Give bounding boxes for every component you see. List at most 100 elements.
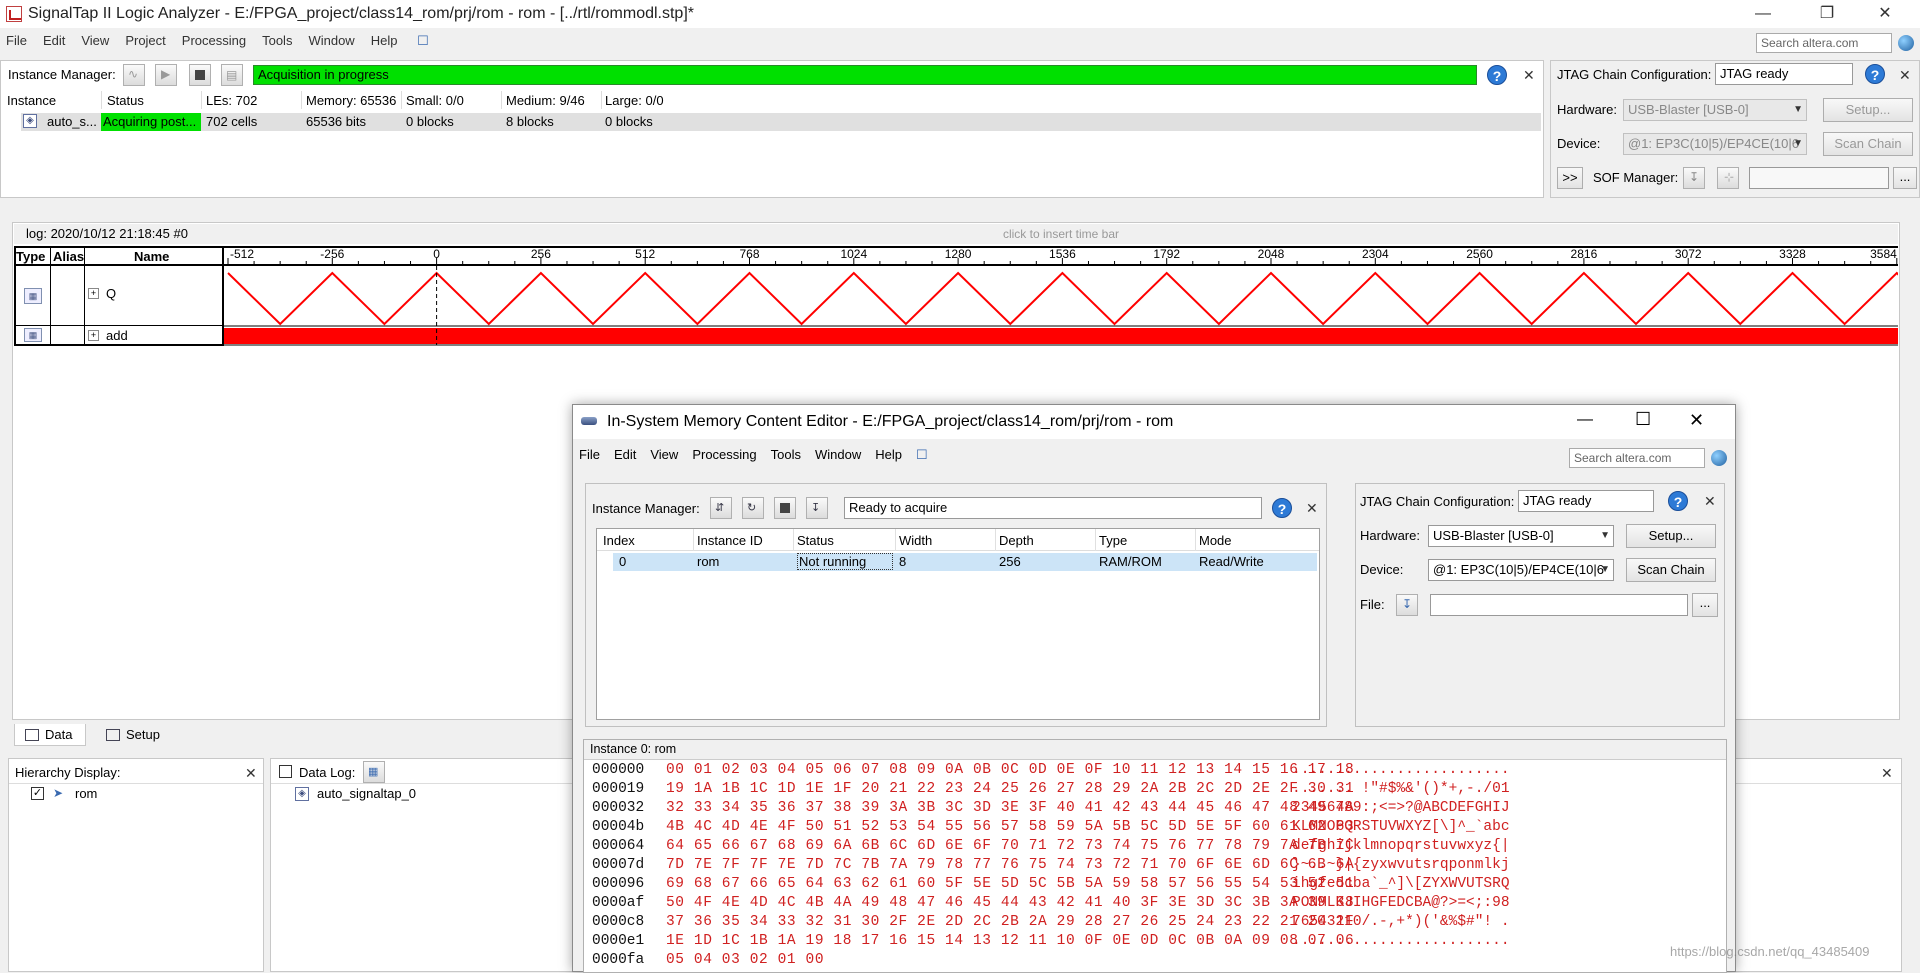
mce-globe-icon[interactable] [1711,450,1727,466]
expand-q-icon[interactable]: + [88,288,99,299]
minimize-button[interactable]: — [1740,0,1786,28]
hardware-select[interactable]: USB-Blaster [USB-0] ▼ [1623,99,1807,121]
restore-button[interactable]: ❐ [1804,0,1850,28]
mce-menu-file[interactable]: File [579,447,600,462]
menu-processing[interactable]: Processing [182,33,246,48]
globe-icon[interactable] [1898,35,1914,51]
close-instance-manager-icon[interactable]: ✕ [1523,67,1535,84]
mce-menu-view[interactable]: View [650,447,678,462]
expand-button[interactable]: >> [1557,167,1583,189]
hex-row[interactable]: 00007d 7D 7E 7F 7F 7E 7D 7C 7B 7A 79 78 7… [584,857,1726,876]
sof-file-field[interactable] [1749,167,1889,189]
close-hierarchy-icon[interactable]: ✕ [245,765,257,782]
run-analysis-button[interactable]: ▶ [155,64,177,86]
mce-continuous-read-icon[interactable]: ↻ [742,497,764,519]
mce-help-icon[interactable]: ? [1272,498,1292,518]
hex-row[interactable]: 000019 19 1A 1B 1C 1D 1E 1F 20 21 22 23 2… [584,781,1726,800]
hex-ascii[interactable]: defghijklmnopqrstuvwxyz{| [1292,838,1510,854]
hierarchy-item-rom[interactable]: rom [75,786,97,801]
menu-view[interactable]: View [81,33,109,48]
insert-time-bar-hint[interactable]: click to insert time bar [224,224,1898,244]
hex-ascii[interactable]: ......................... [1292,933,1510,949]
mce-maximize-button[interactable]: ☐ [1635,409,1651,430]
mce-scan-chain-button[interactable]: Scan Chain [1626,558,1716,582]
mce-jtag-help-icon[interactable]: ? [1668,491,1688,511]
help-chat-icon[interactable]: ☐ [417,33,429,48]
mce-menu-edit[interactable]: Edit [614,447,636,462]
mce-search-input[interactable]: Search altera.com [1569,448,1705,468]
close-jtag-icon[interactable]: ✕ [1899,67,1911,84]
search-input[interactable]: Search altera.com [1756,33,1892,53]
hex-bytes[interactable]: 50 4F 4E 4D 4C 4B 4A 49 48 47 46 45 44 4… [666,895,1354,911]
mce-help-chat-icon[interactable]: ☐ [916,447,928,462]
signal-row-q[interactable]: ▦ + Q [14,266,224,326]
hex-row[interactable]: 0000fa 05 04 03 02 01 00 [584,952,1726,971]
hex-ascii[interactable]: PONMLKJIHGFEDCBA@?>=<;:98 [1292,895,1510,911]
hex-row[interactable]: 000096 69 68 67 66 65 64 63 62 61 60 5F 5… [584,876,1726,895]
instance-row[interactable]: ◈ auto_s... Acquiring post... 702 cells … [21,113,1541,131]
tab-data[interactable]: Data [14,724,86,746]
jtag-help-icon[interactable]: ? [1865,64,1885,84]
hex-ascii[interactable]: 23456789:;<=>?@ABCDEFGHIJ [1292,800,1510,816]
hex-row[interactable]: 000000 00 01 02 03 04 05 06 07 08 09 0A 0… [584,762,1726,781]
mce-setup-button[interactable]: Setup... [1626,524,1716,548]
signal-row-add[interactable]: ▦ + add [14,326,224,346]
hex-bytes[interactable]: 64 65 66 67 68 69 6A 6B 6C 6D 6E 6F 70 7… [666,838,1354,854]
hex-ascii[interactable]: KLMNOPQRSTUVWXYZ[\]^_`abc [1292,819,1510,835]
mce-device-select[interactable]: @1: EP3C(10|5)/EP4CE(10|6 ▼ [1428,559,1614,581]
hex-ascii[interactable]: ....... !"#$%&'()*+,-./01 [1292,781,1510,797]
menu-edit[interactable]: Edit [43,33,65,48]
setup-button[interactable]: Setup... [1823,98,1913,122]
mce-hardware-select[interactable]: USB-Blaster [USB-0] ▼ [1428,525,1614,547]
hex-row[interactable]: 0000af 50 4F 4E 4D 4C 4B 4A 49 48 47 46 4… [584,895,1726,914]
mce-menu-tools[interactable]: Tools [771,447,801,462]
datalog-checkbox[interactable] [279,765,292,778]
mce-write-data-icon[interactable]: ↧ [806,497,828,519]
help-icon[interactable]: ? [1487,65,1507,85]
hex-ascii[interactable]: ......................... [1292,762,1510,778]
mce-close-instance-manager-icon[interactable]: ✕ [1306,500,1318,517]
expand-add-icon[interactable]: + [88,330,99,341]
mce-file-field[interactable] [1430,594,1688,616]
hex-bytes[interactable]: 00 01 02 03 04 05 06 07 08 09 0A 0B 0C 0… [666,762,1354,778]
stop-analysis-button[interactable] [189,64,211,86]
mce-instance-row[interactable]: 0 rom Not running 8 256 RAM/ROM Read/Wri… [613,553,1317,571]
mce-program-icon[interactable]: ↧ [1396,594,1418,616]
hex-ascii[interactable]: }~..~}|{zyxwvutsrqponmlkj [1292,857,1510,873]
rom-checkbox[interactable]: ✓ [31,787,44,800]
mce-read-data-icon[interactable]: ⇵ [710,497,732,519]
menu-file[interactable]: File [6,33,27,48]
hex-row[interactable]: 000032 32 33 34 35 36 37 38 39 3A 3B 3C 3… [584,800,1726,819]
hex-bytes[interactable]: 69 68 67 66 65 64 63 62 61 60 5F 5E 5D 5… [666,876,1354,892]
tab-setup[interactable]: Setup [96,724,206,746]
hex-row[interactable]: 000064 64 65 66 67 68 69 6A 6B 6C 6D 6E 6… [584,838,1726,857]
mce-minimize-button[interactable]: — [1577,411,1593,429]
datalog-toggle-icon[interactable]: ▦ [363,761,385,783]
mce-close-jtag-icon[interactable]: ✕ [1704,493,1716,510]
hex-ascii[interactable]: 76543210/.-,+*)('&%$#"! . [1292,914,1510,930]
menu-help[interactable]: Help [371,33,398,48]
datalog-item[interactable]: auto_signaltap_0 [317,786,416,801]
hex-row[interactable]: 00004b 4B 4C 4D 4E 4F 50 51 52 53 54 55 5… [584,819,1726,838]
program-device-icon[interactable]: ↧ [1683,167,1705,189]
menu-project[interactable]: Project [125,33,165,48]
hex-bytes[interactable]: 32 33 34 35 36 37 38 39 3A 3B 3C 3D 3E 3… [666,800,1354,816]
hex-ascii[interactable]: ihgfedcba`_^]\[ZYXWVUTSRQ [1292,876,1510,892]
menu-window[interactable]: Window [308,33,354,48]
read-data-button[interactable]: ▤ [221,64,243,86]
hex-bytes[interactable]: 1E 1D 1C 1B 1A 19 18 17 16 15 14 13 12 1… [666,933,1354,949]
close-datalog-icon[interactable]: ✕ [1881,765,1893,782]
hex-bytes[interactable]: 7D 7E 7F 7F 7E 7D 7C 7B 7A 79 78 77 76 7… [666,857,1354,873]
mce-stop-icon[interactable] [774,497,796,519]
hex-bytes[interactable]: 05 04 03 02 01 00 [666,952,824,968]
waveform-svg[interactable]: -512 -256 0 256 512 768 1024 1280 1536 1792 2048 23… [224,246,1898,346]
attach-file-icon[interactable]: ⊹ [1717,167,1739,189]
mce-menu-help[interactable]: Help [875,447,902,462]
mce-menu-processing[interactable]: Processing [692,447,756,462]
hex-bytes[interactable]: 4B 4C 4D 4E 4F 50 51 52 53 54 55 56 57 5… [666,819,1354,835]
mce-close-button[interactable]: ✕ [1689,410,1704,431]
close-button[interactable]: ✕ [1862,0,1908,28]
hex-row[interactable]: 0000c8 37 36 35 34 33 32 31 30 2F 2E 2D 2… [584,914,1726,933]
mce-hex-editor[interactable]: Instance 0: rom 000000 00 01 02 03 04 05 … [583,739,1727,973]
mce-menu-window[interactable]: Window [815,447,861,462]
